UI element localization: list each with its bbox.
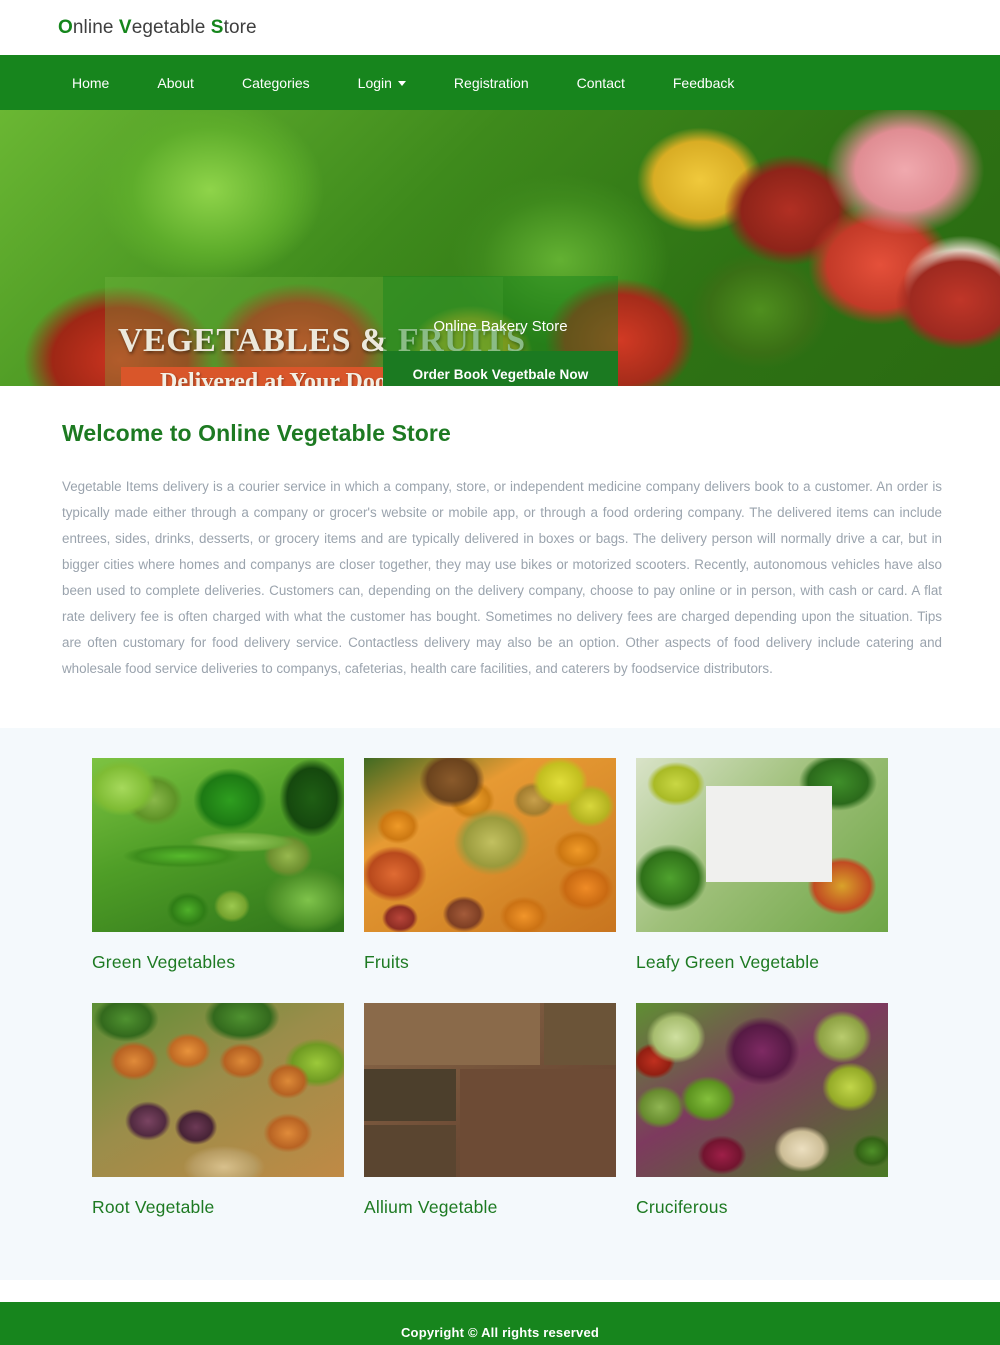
green-vegetables-photo[interactable] xyxy=(92,758,344,932)
nav-label-feedback: Feedback xyxy=(672,74,735,91)
category-label-allium-vegetable[interactable]: Allium Vegetable xyxy=(364,1197,616,1218)
hero-banner: VEGETABLES & FRUITS Delivered at Your Do… xyxy=(0,110,1000,386)
brand-rest-store: tore xyxy=(223,16,257,38)
nav-item-categories[interactable]: Categories xyxy=(242,75,310,91)
category-card-cruciferous[interactable]: Cruciferous xyxy=(636,1003,888,1240)
category-card-green-vegetables[interactable]: Green Vegetables xyxy=(92,758,344,995)
footer-spacer xyxy=(0,1280,1000,1302)
welcome-paragraph: Vegetable Items delivery is a courier se… xyxy=(62,479,942,676)
category-card-root-vegetable[interactable]: Root Vegetable xyxy=(92,1003,344,1240)
root-vegetable-photo[interactable] xyxy=(92,1003,344,1177)
site-footer: Copyright © All rights reserved xyxy=(0,1302,1000,1345)
welcome-section: Welcome to Online Vegetable Store Vegeta… xyxy=(0,386,1000,728)
site-brand[interactable]: Online Vegetable Store xyxy=(58,17,257,39)
nav-item-registration[interactable]: Registration xyxy=(454,75,529,91)
main-navigation: Home About Categories Login Registration… xyxy=(0,55,1000,110)
brand-rest-vegetable: egetable xyxy=(131,16,211,38)
brand-rest-online: nline xyxy=(72,16,119,38)
nav-label-about: About xyxy=(157,74,194,91)
category-label-leafy-green-vegetable[interactable]: Leafy Green Vegetable xyxy=(636,952,888,973)
fruits-photo[interactable] xyxy=(364,758,616,932)
order-now-button[interactable]: Order Book Vegetbale Now xyxy=(383,351,618,386)
category-label-green-vegetables[interactable]: Green Vegetables xyxy=(92,952,344,973)
category-card-leafy-green-vegetable[interactable]: Leafy Green Vegetable xyxy=(636,758,888,995)
category-label-cruciferous[interactable]: Cruciferous xyxy=(636,1197,888,1218)
nav-label-login: Login xyxy=(357,74,392,91)
site-header: Online Vegetable Store xyxy=(0,0,1000,55)
chevron-down-icon xyxy=(397,81,406,86)
nav-label-categories: Categories xyxy=(241,74,310,91)
footer-copyright: Copyright © All rights reserved xyxy=(400,1324,600,1340)
allium-vegetable-photo[interactable] xyxy=(364,1003,616,1177)
brand-cap-o: O xyxy=(58,16,73,38)
brand-cap-s: S xyxy=(210,16,224,38)
welcome-heading: Welcome to Online Vegetable Store xyxy=(62,420,451,446)
nav-item-login[interactable]: Login xyxy=(358,75,406,91)
categories-section: Green Vegetables Fruits Leafy Green Vege… xyxy=(0,728,1000,1280)
nav-item-contact[interactable]: Contact xyxy=(577,75,625,91)
category-label-fruits[interactable]: Fruits xyxy=(364,952,616,973)
cruciferous-photo[interactable] xyxy=(636,1003,888,1177)
nav-item-feedback[interactable]: Feedback xyxy=(673,75,734,91)
nav-item-about[interactable]: About xyxy=(157,75,194,91)
leafy-green-vegetable-photo[interactable] xyxy=(636,758,888,932)
hero-overlay-title: Online Bakery Store xyxy=(433,318,568,335)
nav-item-home[interactable]: Home xyxy=(72,75,109,91)
nav-label-contact: Contact xyxy=(576,74,625,91)
nav-label-home: Home xyxy=(72,74,110,91)
nav-label-registration: Registration xyxy=(453,74,529,91)
brand-cap-v: V xyxy=(118,16,132,38)
categories-grid: Green Vegetables Fruits Leafy Green Vege… xyxy=(92,758,908,1240)
category-card-fruits[interactable]: Fruits xyxy=(364,758,616,995)
category-card-allium-vegetable[interactable]: Allium Vegetable xyxy=(364,1003,616,1240)
category-label-root-vegetable[interactable]: Root Vegetable xyxy=(92,1197,344,1218)
